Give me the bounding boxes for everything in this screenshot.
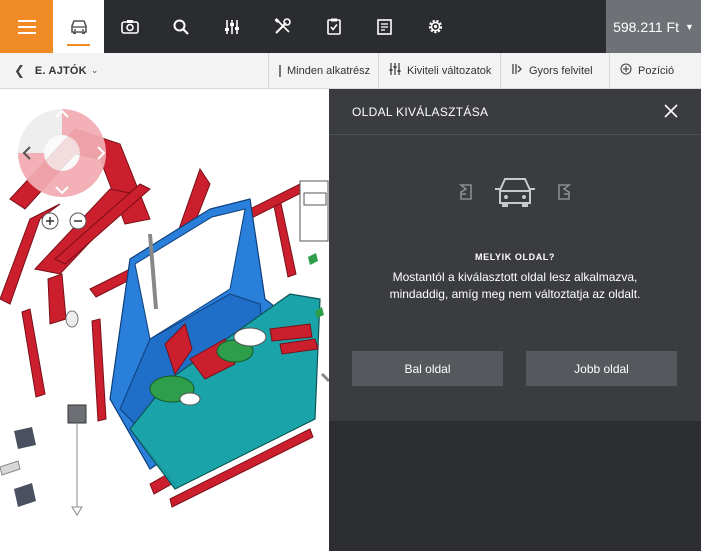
car-front-icon bbox=[495, 178, 535, 207]
price-display[interactable]: 598.211 Ft ▼ bbox=[606, 0, 701, 53]
tools-icon bbox=[274, 18, 291, 34]
sliders-icon bbox=[389, 63, 401, 78]
quick-add-label: Gyors felvitel bbox=[529, 64, 593, 77]
nav-sliders[interactable] bbox=[206, 0, 257, 53]
clipboard-check-icon bbox=[326, 18, 341, 35]
chevron-down-icon: ⌄ bbox=[90, 65, 99, 75]
caret-down-icon: ▼ bbox=[684, 21, 694, 32]
car-icon bbox=[70, 19, 87, 34]
menu-button[interactable] bbox=[0, 0, 53, 53]
nav-settings[interactable] bbox=[410, 0, 461, 53]
right-side-button[interactable]: Jobb oldal bbox=[526, 351, 677, 386]
nav-search[interactable] bbox=[155, 0, 206, 53]
sub-toolbar: ❮ E. AJTÓK ⌄ Minden alkatrész Kiviteli v… bbox=[0, 52, 701, 89]
left-side-icon bbox=[458, 184, 472, 200]
side-selection-panel: OLDAL KIVÁLASZTÁSA MELYIK OLDAL? Mostant… bbox=[329, 89, 701, 421]
question-text: Mostantól a kiválasztott oldal lesz alka… bbox=[389, 270, 641, 301]
camera-icon bbox=[120, 20, 139, 34]
quick-add-button[interactable]: Gyors felvitel bbox=[500, 52, 609, 89]
panel-backdrop bbox=[329, 421, 701, 551]
nav-checklist[interactable] bbox=[308, 0, 359, 53]
search-icon bbox=[173, 19, 189, 35]
question-title: MELYIK OLDAL? bbox=[475, 252, 555, 262]
variants-button[interactable]: Kiviteli változatok bbox=[378, 52, 500, 89]
nav-tools[interactable] bbox=[257, 0, 308, 53]
panel-header: OLDAL KIVÁLASZTÁSA bbox=[329, 89, 701, 135]
quick-add-icon bbox=[511, 63, 523, 78]
nav-camera[interactable] bbox=[104, 0, 155, 53]
top-bar: 598.211 Ft ▼ bbox=[0, 0, 701, 53]
chevron-left-icon[interactable]: ❮ bbox=[14, 63, 25, 79]
position-button[interactable]: Pozíció bbox=[609, 52, 691, 89]
all-parts-checkbox[interactable] bbox=[279, 64, 281, 77]
side-icons bbox=[329, 175, 701, 209]
all-parts-label: Minden alkatrész bbox=[287, 64, 371, 77]
nav-car[interactable] bbox=[53, 0, 104, 53]
left-side-button[interactable]: Bal oldal bbox=[352, 351, 503, 386]
nav-document[interactable] bbox=[359, 0, 410, 53]
position-label: Pozíció bbox=[638, 64, 675, 77]
price-value: 598.211 Ft bbox=[613, 18, 679, 35]
all-parts-toggle[interactable]: Minden alkatrész bbox=[268, 52, 378, 89]
main-nav bbox=[53, 0, 461, 53]
panel-title: OLDAL KIVÁLASZTÁSA bbox=[352, 104, 489, 119]
breadcrumb-title: E. AJTÓK bbox=[34, 64, 87, 77]
right-side-icon bbox=[558, 184, 572, 200]
plus-circle-icon bbox=[620, 63, 632, 78]
close-icon[interactable] bbox=[663, 103, 679, 119]
menu-icon bbox=[17, 19, 36, 34]
gear-icon bbox=[428, 19, 443, 34]
sliders-icon bbox=[224, 19, 239, 34]
parts-diagram[interactable] bbox=[0, 89, 329, 551]
document-icon bbox=[377, 18, 392, 35]
variants-label: Kiviteli változatok bbox=[407, 64, 492, 77]
breadcrumb[interactable]: ❮ E. AJTÓK ⌄ bbox=[0, 53, 268, 89]
